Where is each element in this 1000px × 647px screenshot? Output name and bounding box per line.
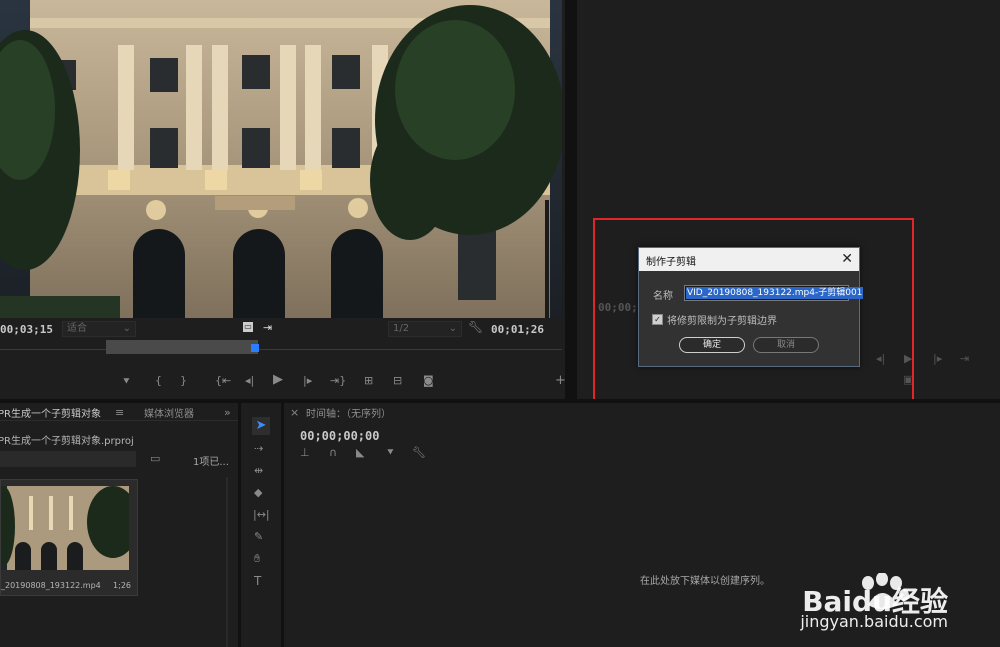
cancel-button[interactable]: 取消 [753,337,819,353]
dialog-titlebar: 制作子剪辑 ✕ [639,248,859,271]
in-out-range[interactable] [106,340,258,354]
mark-icon[interactable]: ▭ [243,322,253,332]
ripple-edit-icon[interactable]: ⇹ [254,465,263,477]
menu-icon[interactable]: ≡ [115,407,124,419]
name-label: 名称 [653,291,673,302]
building-night-photo [0,0,562,318]
subclip-name-input[interactable]: VID_20190808_193122.mp4-子剪辑001 [684,285,864,301]
project-panel: PR生成一个子剪辑对象 ≡ 媒体浏览器 » PR生成一个子剪辑对象.prproj… [0,403,238,647]
close-tab-icon[interactable]: × [290,407,299,419]
mark-in-icon[interactable]: { [155,375,162,387]
resolution-dropdown[interactable]: 1/2 ⌄ [388,321,462,337]
tab-timeline[interactable]: 时间轴：（无序列） [306,405,391,420]
resolution-dropdown-label: 1/2 [393,323,410,334]
make-subclip-dialog: 制作子剪辑 ✕ 名称 VID_20190808_193122.mp4-子剪辑00… [638,247,864,367]
overwrite-icon[interactable]: ⊟ [393,375,402,387]
source-timecode-out: 00;01;26 [491,323,544,336]
chevron-down-icon: ⌄ [448,323,457,334]
marker-icon[interactable]: ⯆ [386,447,395,459]
restrict-trims-checkbox[interactable]: ✓ [652,314,663,325]
drop-media-hint: 在此处放下媒体以创建序列。 [640,576,770,587]
more-tabs-icon[interactable]: » [224,407,231,419]
ok-button[interactable]: 确定 [679,337,745,353]
clip-thumbnail-image [1,486,129,570]
fit-dropdown-label: 适合 [67,323,87,334]
dialog-title: 制作子剪辑 [646,257,696,268]
source-timecode-in[interactable]: 00;03;15 [0,323,53,336]
subclip-name-value: VID_20190808_193122.mp4-子剪辑001 [686,287,864,299]
close-icon[interactable]: ✕ [841,250,853,268]
restrict-trims-label: 将修剪限制为子剪辑边界 [667,316,777,327]
mark-out-icon[interactable]: } [180,375,187,387]
timeline-timecode[interactable]: 00;00;00;00 [300,429,379,443]
play-icon[interactable]: ▶ [273,373,283,386]
go-to-out-icon[interactable]: ⇥} [330,375,346,387]
slip-tool-icon[interactable]: |↔| [253,509,270,521]
type-tool-icon[interactable]: T [254,575,261,587]
export-frame-icon[interactable]: ◙ [423,375,434,387]
hand-tool-icon[interactable]: ✋︎ [254,553,260,565]
tab-media-browser[interactable]: 媒体浏览器 [144,405,194,420]
project-scrollbar[interactable] [226,477,228,647]
clip-thumbnail-card[interactable]: _20190808_193122.mp4 1;26 [0,479,138,596]
insert-icon[interactable]: ⇥ [263,322,272,334]
tools-divider [238,403,241,647]
step-forward-icon[interactable]: |▸ [933,353,942,365]
monitor-divider [565,0,577,400]
snap-icon[interactable]: ⊥ [300,447,310,459]
clip-name: _20190808_193122.mp4 [1,581,101,590]
source-monitor-video [0,0,562,318]
bin-icon[interactable]: ▭ [150,453,160,465]
item-count: 1项已... [193,457,229,468]
watermark-url: jingyan.baidu.com [800,612,948,631]
playhead[interactable] [251,344,259,352]
project-file-name: PR生成一个子剪辑对象.prproj [0,436,134,447]
tab-project[interactable]: PR生成一个子剪辑对象 [0,405,101,420]
insert-clip-icon[interactable]: ⊞ [364,375,373,387]
selection-tool-icon[interactable]: ➤ [252,417,270,435]
step-forward-icon[interactable]: |▸ [303,375,312,387]
go-to-in-icon[interactable]: {⇤ [215,375,231,387]
step-back-icon[interactable]: ◂| [245,375,254,387]
tab-underline [0,420,238,421]
go-to-out-icon[interactable]: ⇥ [960,353,969,365]
time-ruler[interactable] [0,349,562,350]
clip-duration: 1;26 [113,581,131,590]
tools-panel: ➤ ⇢ ⇹ ◆ |↔| ✎ ✋︎ T [241,403,281,647]
add-marker-icon[interactable]: ◣ [356,447,364,459]
linked-selection-icon[interactable]: ∩ [329,447,337,459]
project-search-input[interactable] [0,451,136,467]
razor-icon[interactable]: ◆ [254,487,262,499]
wrench-icon[interactable]: 🔧︎ [468,321,483,333]
settings-wrench-icon[interactable]: 🔧︎ [412,447,426,459]
chevron-down-icon: ⌄ [122,323,131,334]
track-select-icon[interactable]: ⇢ [254,443,263,455]
pen-tool-icon[interactable]: ✎ [254,531,263,543]
fit-dropdown[interactable]: 适合 ⌄ [62,321,136,337]
add-marker-icon[interactable]: ⯆ [122,376,131,388]
